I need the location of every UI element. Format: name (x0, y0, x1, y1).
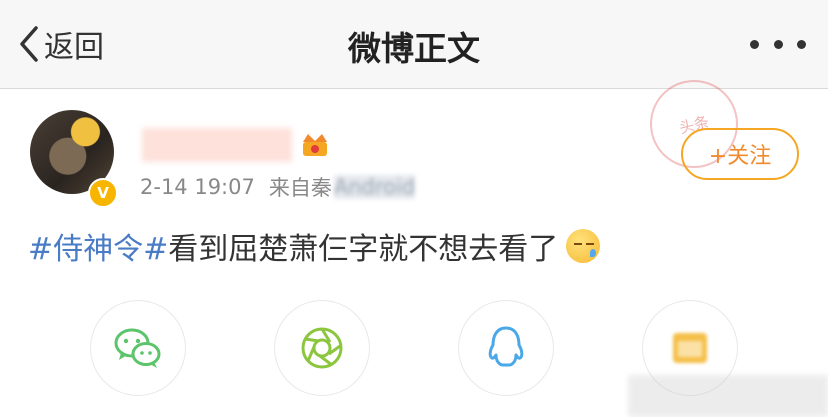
more-dot-icon (797, 39, 806, 49)
navigation-bar: 返回 微博正文 (0, 0, 828, 89)
verified-badge-icon: V (88, 178, 118, 208)
share-moments-button[interactable] (274, 300, 370, 396)
moments-icon (301, 327, 343, 369)
sweat-emoji-icon (566, 229, 601, 263)
crown-icon (303, 134, 327, 156)
post-content: #侍神令# 看到屈楚萧仨字就不想去看了 (28, 224, 601, 268)
wechat-icon (114, 328, 161, 368)
post-source-device: Android (333, 175, 416, 199)
page-title: 微博正文 (348, 29, 480, 68)
follow-button[interactable]: +关注 (681, 128, 799, 180)
hashtag-link[interactable]: #侍神令# (28, 224, 168, 268)
share-qq-button[interactable] (458, 300, 554, 396)
post-body: 看到屈楚萧仨字就不想去看了 (168, 232, 559, 267)
more-options-button[interactable] (750, 38, 806, 50)
username[interactable] (142, 128, 292, 162)
more-dot-icon (773, 39, 783, 49)
qq-icon (488, 326, 524, 367)
post-timestamp: 2-14 19:07 (140, 175, 255, 199)
post-source-label: 来自秦 (268, 176, 332, 200)
qzone-icon (673, 333, 707, 363)
post-meta: 2-14 19:07 来自秦 Android (140, 172, 416, 202)
more-dot-icon (750, 39, 759, 49)
blurred-watermark (628, 375, 828, 417)
share-wechat-button[interactable] (90, 300, 186, 396)
